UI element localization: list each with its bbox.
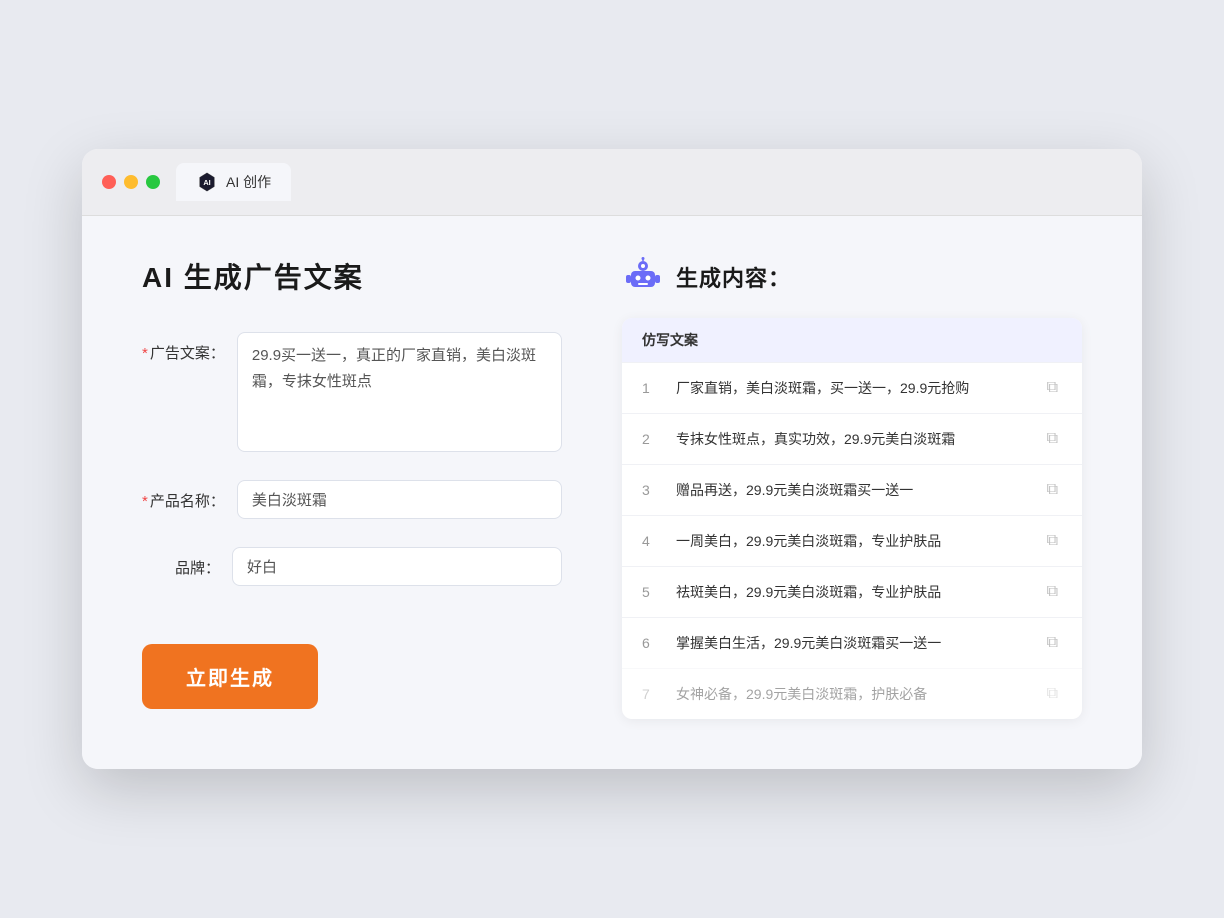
copy-icon[interactable]: ⧉ (1043, 683, 1062, 705)
row-text: 专抹女性斑点，真实功效，29.9元美白淡斑霜 (676, 429, 1029, 450)
titlebar: AI AI 创作 (82, 149, 1142, 216)
required-star-1: * (142, 345, 148, 362)
table-row: 3 赠品再送，29.9元美白淡斑霜买一送一 ⧉ (622, 464, 1082, 515)
copy-icon[interactable]: ⧉ (1043, 530, 1062, 552)
table-row: 6 掌握美白生活，29.9元美白淡斑霜买一送一 ⧉ (622, 617, 1082, 668)
table-row: 1 厂家直销，美白淡斑霜，买一送一，29.9元抢购 ⧉ (622, 362, 1082, 413)
right-panel: 生成内容： 仿写文案 1 厂家直销，美白淡斑霜，买一送一，29.9元抢购 ⧉ 2… (622, 256, 1082, 719)
robot-icon (622, 256, 664, 298)
window-controls (102, 175, 160, 189)
row-text: 一周美白，29.9元美白淡斑霜，专业护肤品 (676, 531, 1029, 552)
result-title: 生成内容： (676, 261, 791, 293)
page-title: AI 生成广告文案 (142, 256, 562, 296)
copy-icon[interactable]: ⧉ (1043, 479, 1062, 501)
brand-input[interactable] (232, 547, 562, 586)
generate-button[interactable]: 立即生成 (142, 644, 318, 709)
main-layout: AI 生成广告文案 *广告文案： *产品名称： 品 (142, 256, 1082, 719)
table-row: 2 专抹女性斑点，真实功效，29.9元美白淡斑霜 ⧉ (622, 413, 1082, 464)
ad-copy-group: *广告文案： (142, 332, 562, 452)
table-row: 4 一周美白，29.9元美白淡斑霜，专业护肤品 ⧉ (622, 515, 1082, 566)
svg-text:AI: AI (203, 178, 210, 187)
close-button[interactable] (102, 175, 116, 189)
ad-copy-input[interactable] (237, 332, 562, 452)
table-header: 仿写文案 (622, 318, 1082, 362)
tab-ai-create[interactable]: AI AI 创作 (176, 163, 291, 201)
row-num: 4 (642, 533, 662, 549)
product-name-label: *产品名称： (142, 480, 237, 511)
row-num: 2 (642, 431, 662, 447)
row-num: 7 (642, 686, 662, 702)
product-name-input[interactable] (237, 480, 562, 519)
left-panel: AI 生成广告文案 *广告文案： *产品名称： 品 (142, 256, 562, 719)
ad-copy-label: *广告文案： (142, 332, 237, 363)
row-text: 掌握美白生活，29.9元美白淡斑霜买一送一 (676, 633, 1029, 654)
row-num: 6 (642, 635, 662, 651)
minimize-button[interactable] (124, 175, 138, 189)
browser-content: AI 生成广告文案 *广告文案： *产品名称： 品 (82, 216, 1142, 769)
row-num: 3 (642, 482, 662, 498)
tab-label: AI 创作 (226, 172, 271, 192)
browser-window: AI AI 创作 AI 生成广告文案 *广告文案： *产品 (82, 149, 1142, 769)
copy-icon[interactable]: ⧉ (1043, 377, 1062, 399)
row-text: 赠品再送，29.9元美白淡斑霜买一送一 (676, 480, 1029, 501)
ai-tab-icon: AI (196, 171, 218, 193)
table-row: 7 女神必备，29.9元美白淡斑霜，护肤必备 ⧉ (622, 668, 1082, 719)
copy-icon[interactable]: ⧉ (1043, 632, 1062, 654)
product-name-group: *产品名称： (142, 480, 562, 519)
required-star-2: * (142, 493, 148, 510)
row-num: 1 (642, 380, 662, 396)
row-num: 5 (642, 584, 662, 600)
copy-icon[interactable]: ⧉ (1043, 581, 1062, 603)
brand-group: 品牌： (142, 547, 562, 586)
brand-label: 品牌： (142, 547, 232, 578)
row-text: 厂家直销，美白淡斑霜，买一送一，29.9元抢购 (676, 378, 1029, 399)
result-header: 生成内容： (622, 256, 1082, 298)
row-text: 女神必备，29.9元美白淡斑霜，护肤必备 (676, 684, 1029, 705)
result-table: 仿写文案 1 厂家直销，美白淡斑霜，买一送一，29.9元抢购 ⧉ 2 专抹女性斑… (622, 318, 1082, 719)
copy-icon[interactable]: ⧉ (1043, 428, 1062, 450)
row-text: 祛斑美白，29.9元美白淡斑霜，专业护肤品 (676, 582, 1029, 603)
maximize-button[interactable] (146, 175, 160, 189)
table-row: 5 祛斑美白，29.9元美白淡斑霜，专业护肤品 ⧉ (622, 566, 1082, 617)
